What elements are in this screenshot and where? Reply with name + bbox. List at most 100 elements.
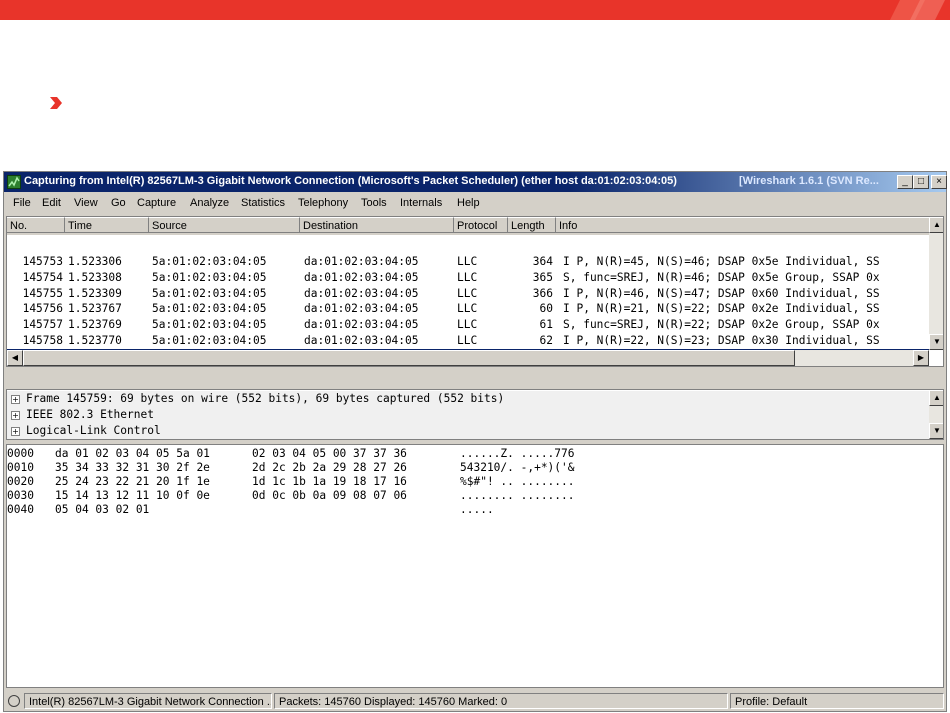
status-profile[interactable]: Profile: Default [730, 693, 944, 709]
column-header-no[interactable]: No. [7, 217, 65, 233]
expand-icon[interactable]: + [11, 395, 20, 404]
title-bar[interactable]: Capturing from Intel(R) 82567LM-3 Gigabi… [4, 172, 947, 192]
detail-row-frame[interactable]: + Frame 145759: 69 bytes on wire (552 bi… [7, 391, 929, 407]
packet-row[interactable]: 145758 1.523770 5a:01:02:03:04:05 da:01:02:… [7, 333, 929, 349]
wireshark-window: Capturing from Intel(R) 82567LM-3 Gigabi… [3, 171, 947, 712]
details-vscroll[interactable]: ▲ ▼ [929, 390, 943, 439]
packet-cell-time: 1.523306 [68, 255, 122, 268]
bytes-hex1: 25 24 23 22 21 20 1f 1e [55, 475, 210, 488]
packet-cell-time: 1.523770 [68, 334, 122, 347]
bytes-offset: 0030 [7, 489, 34, 502]
bytes-ascii: ......Z. .....776 [460, 447, 575, 460]
expert-info-icon[interactable] [8, 695, 20, 707]
column-header-time[interactable]: Time [65, 217, 149, 233]
scroll-up-icon[interactable]: ▲ [929, 217, 943, 233]
column-header-protocol[interactable]: Protocol [454, 217, 508, 233]
packet-cell-src: 5a:01:02:03:04:05 [152, 255, 267, 268]
detail-row-ethernet[interactable]: + IEEE 802.3 Ethernet [7, 407, 929, 423]
packet-cell-proto: LLC [457, 334, 478, 347]
scroll-right-icon[interactable]: ▶ [913, 350, 929, 366]
menu-internals[interactable]: Internals [400, 197, 442, 209]
detail-text: Logical-Link Control [26, 424, 161, 437]
menu-analyze[interactable]: Analyze [190, 197, 229, 209]
packet-cell-no: 145754 [22, 270, 63, 284]
packet-cell-no: 145758 [22, 334, 63, 347]
bytes-hex2: 1d 1c 1b 1a 19 18 17 16 [252, 475, 407, 488]
packet-details[interactable]: + Frame 145759: 69 bytes on wire (552 bi… [6, 389, 944, 440]
bytes-row[interactable]: 0040 05 04 03 02 01..... [7, 503, 607, 517]
bytes-offset: 0040 [7, 503, 34, 516]
expand-icon[interactable]: + [11, 411, 20, 420]
packet-cell-src: 5a:01:02:03:04:05 [152, 286, 267, 300]
menu-statistics[interactable]: Statistics [241, 197, 285, 209]
bytes-hex1: 05 04 03 02 01 [55, 503, 150, 516]
packet-cell-len: 364 [532, 255, 553, 268]
packet-cell-dst: da:01:02:03:04:05 [304, 302, 419, 316]
menu-go[interactable]: Go [111, 197, 126, 209]
packet-cell-len: 365 [532, 270, 553, 284]
packet-cell-src: 5a:01:02:03:04:05 [152, 334, 267, 347]
packet-list[interactable]: No. Time Source Destination Protocol Len… [6, 216, 944, 367]
packet-cell-no: 145753 [22, 255, 63, 268]
bytes-row[interactable]: 0010 35 34 33 32 31 30 2f 2e 2d 2c 2b 2a 2… [7, 461, 607, 475]
packet-bytes[interactable]: 0000 da 01 02 03 04 05 5a 01 02 03 04 05 0… [6, 444, 944, 688]
packet-cell-info: I P, N(R)=21, N(S)=22; DSAP 0x2e Individ… [563, 302, 880, 316]
scroll-up-icon[interactable]: ▲ [929, 390, 943, 406]
bytes-row[interactable]: 0030 15 14 13 12 11 10 0f 0e 0d 0c 0b 0a 0… [7, 489, 607, 503]
bytes-offset: 0000 [7, 447, 34, 460]
slide-corner-decoration [890, 0, 945, 20]
bytes-ascii: ..... [460, 503, 494, 516]
packet-row[interactable]: 145755 1.523309 5a:01:02:03:04:05 da:01:02:… [7, 286, 929, 302]
bytes-offset: 0010 [7, 461, 34, 474]
packet-row[interactable]: 145757 1.523769 5a:01:02:03:04:05 da:01:02:… [7, 317, 929, 333]
packet-list-hscroll[interactable]: ◀ ▶ [7, 350, 929, 366]
hscroll-thumb[interactable] [23, 350, 795, 366]
expand-icon[interactable]: + [11, 427, 20, 436]
menu-bar: File Edit View Go Capture Analyze Statis… [4, 193, 946, 213]
menu-telephony[interactable]: Telephony [298, 197, 348, 209]
packet-row[interactable]: 145756 1.523767 5a:01:02:03:04:05 da:01:02:… [7, 301, 929, 317]
minimize-button[interactable]: _ [897, 175, 913, 189]
menu-view[interactable]: View [74, 197, 98, 209]
packet-cell-proto: LLC [457, 286, 478, 300]
menu-edit[interactable]: Edit [42, 197, 61, 209]
packet-cell-proto: LLC [457, 318, 478, 332]
scroll-left-icon[interactable]: ◀ [7, 350, 23, 366]
packet-cell-src: 5a:01:02:03:04:05 [152, 270, 267, 284]
detail-text: Frame 145759: 69 bytes on wire (552 bits… [26, 392, 505, 405]
packet-cell-len: 366 [532, 286, 553, 300]
menu-file[interactable]: File [13, 197, 31, 209]
menu-capture[interactable]: Capture [137, 197, 176, 209]
column-header-info[interactable]: Info [556, 217, 929, 233]
slide-header-bar [0, 0, 950, 20]
packet-row[interactable]: 145753 1.523306 5a:01:02:03:04:05 da:01:02:… [7, 254, 929, 270]
bytes-row[interactable]: 0020 25 24 23 22 21 20 1f 1e 1d 1c 1b 1a 1… [7, 475, 607, 489]
packet-cell-info: S, func=SREJ, N(R)=46; DSAP 0x5e Group, … [563, 270, 880, 284]
menu-help[interactable]: Help [457, 197, 480, 209]
packet-row[interactable]: 145754 1.523308 5a:01:02:03:04:05 da:01:02:… [7, 270, 929, 286]
status-packets: Packets: 145760 Displayed: 145760 Marked… [274, 693, 728, 709]
packet-cell-proto: LLC [457, 302, 478, 316]
menu-tools[interactable]: Tools [361, 197, 387, 209]
bytes-ascii: %$#"! .. ........ [460, 475, 575, 488]
close-button[interactable]: × [931, 175, 947, 189]
bytes-hex2: 2d 2c 2b 2a 29 28 27 26 [252, 461, 407, 474]
scroll-down-icon[interactable]: ▼ [929, 334, 943, 350]
column-header-length[interactable]: Length [508, 217, 556, 233]
window-app-title: [Wireshark 1.6.1 (SVN Re... [739, 175, 879, 187]
bytes-hex1: 35 34 33 32 31 30 2f 2e [55, 461, 210, 474]
column-header-destination[interactable]: Destination [300, 217, 454, 233]
column-header-source[interactable]: Source [149, 217, 300, 233]
packet-list-header: No. Time Source Destination Protocol Len… [7, 217, 929, 235]
scroll-down-icon[interactable]: ▼ [929, 423, 943, 439]
packet-cell-len: 62 [539, 334, 553, 347]
bytes-hex2: 02 03 04 05 00 37 37 36 [252, 447, 407, 460]
packet-cell-time: 1.523769 [68, 318, 122, 332]
packet-cell-info: I P, N(R)=22, N(S)=23; DSAP 0x30 Individ… [563, 334, 880, 347]
packet-list-vscroll[interactable]: ▲ ▼ [929, 217, 943, 350]
bytes-row[interactable]: 0000 da 01 02 03 04 05 5a 01 02 03 04 05 0… [7, 447, 607, 461]
packet-cell-dst: da:01:02:03:04:05 [304, 318, 419, 332]
wireshark-app-icon[interactable] [7, 175, 21, 189]
detail-row-llc[interactable]: + Logical-Link Control [7, 423, 929, 439]
maximize-button[interactable]: □ [913, 175, 929, 189]
